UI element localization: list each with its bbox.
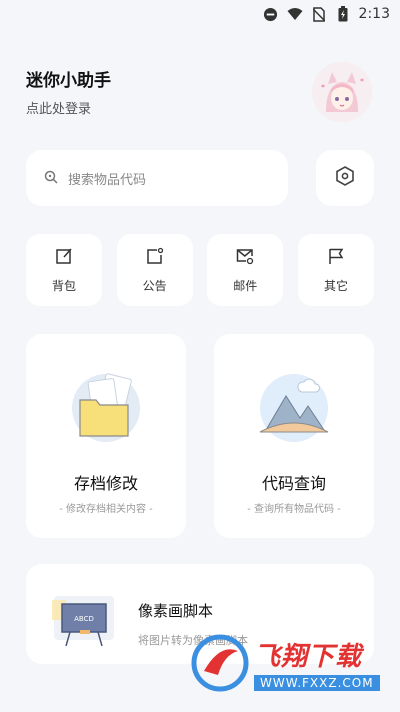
- search-icon: [44, 169, 58, 188]
- flag-icon: [327, 247, 345, 269]
- status-bar: 2:13: [0, 0, 400, 28]
- watermark: 飞翔下载 WWW.FXXZ.COM: [190, 628, 386, 698]
- code-query-card[interactable]: 代码查询 - 查询所有物品代码 -: [214, 334, 374, 538]
- battery-charging-icon: [335, 6, 351, 22]
- watermark-title: 飞翔下载: [254, 641, 363, 672]
- login-link[interactable]: 点此处登录: [26, 98, 91, 117]
- wifi-icon: [287, 6, 303, 22]
- backpack-button[interactable]: 背包: [26, 234, 102, 306]
- header: 迷你小助手 点此处登录: [26, 62, 374, 124]
- pixel-script-title: 像素画脚本: [138, 602, 214, 620]
- mail-label: 邮件: [233, 278, 258, 293]
- board-text: ABCD: [74, 615, 94, 623]
- hexagon-settings-icon: [336, 166, 354, 190]
- app-title: 迷你小助手: [26, 71, 111, 91]
- save-edit-subtitle: - 修改存档相关内容 -: [59, 504, 153, 515]
- save-edit-card[interactable]: 存档修改 - 修改存档相关内容 -: [26, 334, 186, 538]
- watermark-url: WWW.FXXZ.COM: [254, 674, 380, 691]
- code-query-subtitle: - 查询所有物品代码 -: [247, 504, 341, 515]
- mail-icon: [236, 247, 254, 269]
- status-time: 2:13: [358, 6, 390, 22]
- quick-actions: 背包 公告 邮件 其它: [26, 234, 374, 306]
- notice-label: 公告: [142, 278, 167, 293]
- mountain-illustration-icon: [254, 366, 334, 446]
- avatar[interactable]: [312, 62, 372, 122]
- search-input[interactable]: 搜索物品代码: [26, 150, 288, 206]
- search-row: 搜索物品代码: [26, 150, 374, 206]
- notice-icon: [146, 247, 164, 269]
- no-sim-icon: [311, 6, 327, 22]
- mail-button[interactable]: 邮件: [207, 234, 284, 306]
- do-not-disturb-icon: [263, 6, 279, 22]
- edit-icon: [55, 247, 73, 269]
- code-query-title: 代码查询: [261, 474, 326, 493]
- save-edit-title: 存档修改: [73, 474, 138, 493]
- watermark-logo-icon: [190, 633, 250, 693]
- blackboard-illustration-icon: ABCD: [50, 590, 120, 650]
- notice-button[interactable]: 公告: [116, 234, 193, 306]
- backpack-label: 背包: [51, 278, 76, 293]
- other-label: 其它: [323, 278, 348, 293]
- anime-girl-avatar-icon: [312, 62, 372, 122]
- settings-button[interactable]: [316, 150, 374, 206]
- folder-illustration-icon: [66, 366, 146, 446]
- other-button[interactable]: 其它: [297, 234, 374, 306]
- search-placeholder: 搜索物品代码: [68, 172, 147, 188]
